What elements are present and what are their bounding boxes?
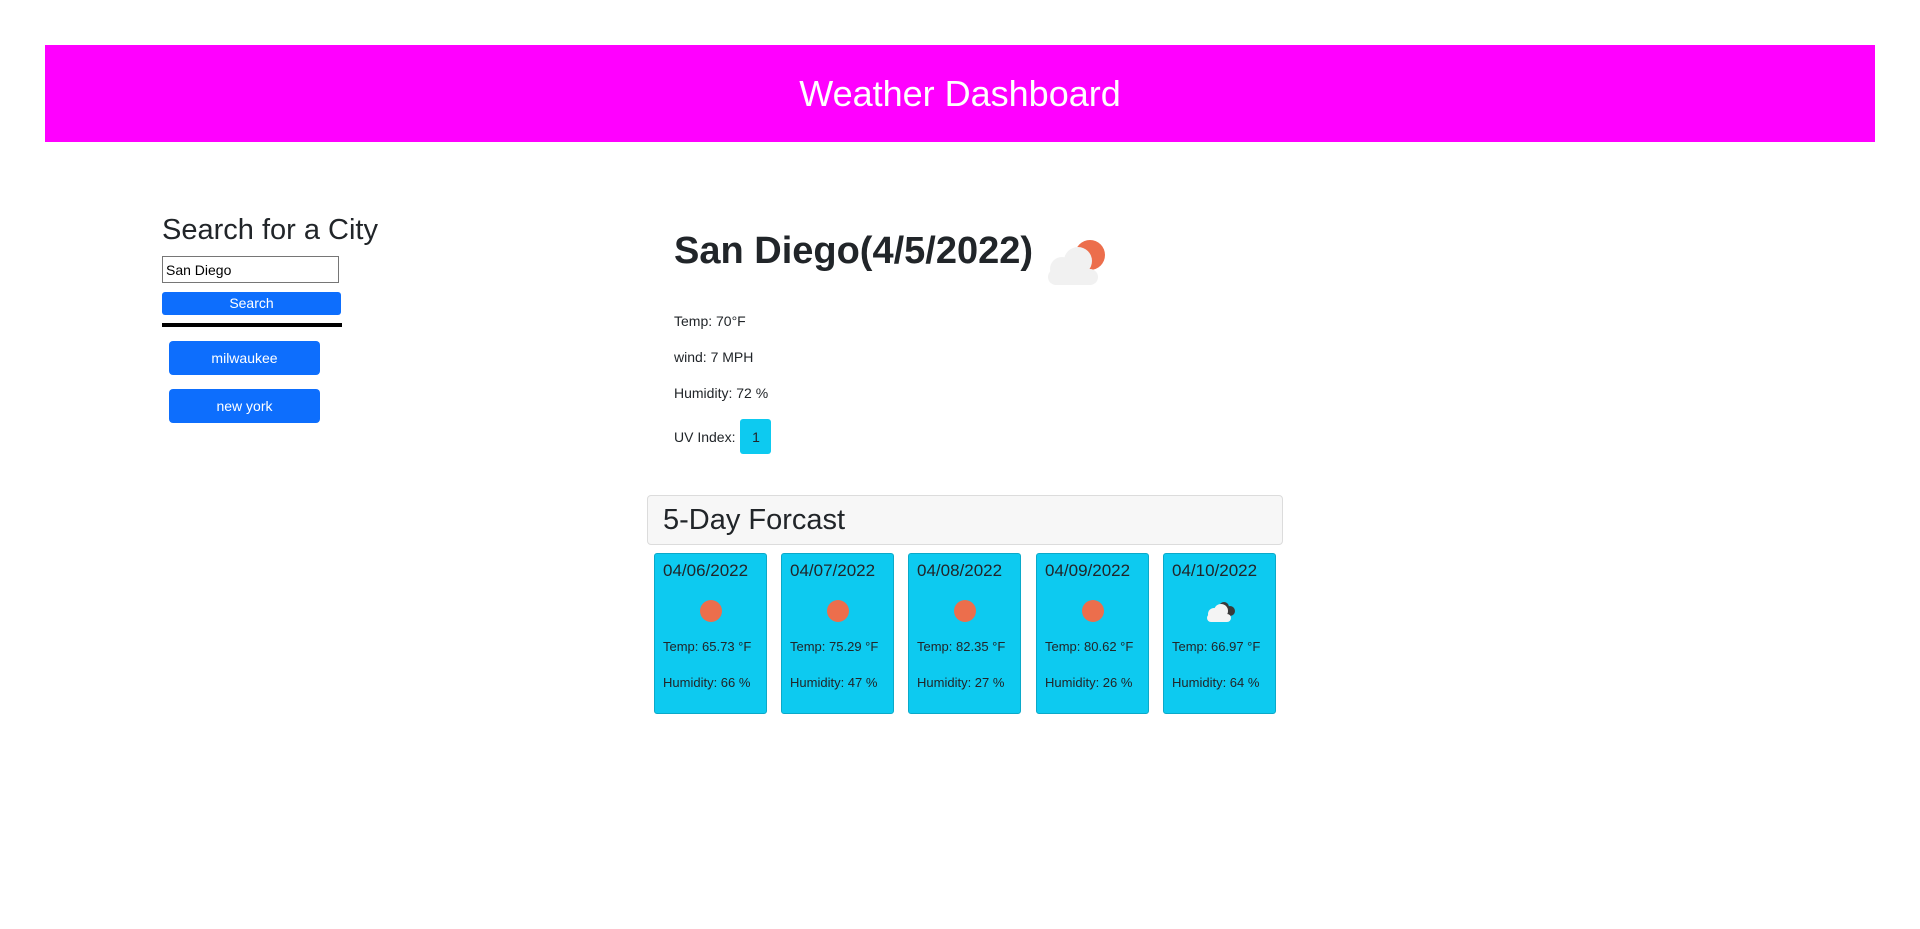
forecast-card: 04/06/2022 Temp: 65.73 °F Humidity: 66 % bbox=[654, 553, 767, 714]
divider bbox=[162, 323, 342, 327]
forecast-temp: Temp: 66.97 °F bbox=[1172, 639, 1261, 654]
forecast-humidity: Humidity: 64 % bbox=[1172, 675, 1260, 690]
forecast-date: 04/08/2022 bbox=[917, 561, 1003, 580]
current-city-title: San Diego(4/5/2022) bbox=[674, 230, 1034, 272]
sun-icon bbox=[1081, 600, 1104, 622]
forecast-humidity: Humidity: 27 % bbox=[917, 675, 1005, 690]
sun-icon bbox=[953, 600, 976, 622]
page-header: Weather Dashboard bbox=[45, 45, 1875, 142]
forecast-title: 5-Day Forcast bbox=[663, 504, 846, 536]
search-title: Search for a City bbox=[162, 214, 378, 246]
current-wind: wind: 7 MPH bbox=[674, 349, 754, 365]
forecast-card: 04/10/2022 Temp: 66.97 °F Humidity: 64 % bbox=[1163, 553, 1276, 714]
sun-icon bbox=[699, 600, 722, 622]
current-humidity: Humidity: 72 % bbox=[674, 385, 769, 401]
current-temp: Temp: 70°F bbox=[674, 313, 746, 329]
forecast-humidity: Humidity: 66 % bbox=[663, 675, 751, 690]
partly-cloudy-day-icon bbox=[1048, 240, 1105, 285]
forecast-humidity: Humidity: 26 % bbox=[1045, 675, 1133, 690]
history-button-new-york[interactable]: new york bbox=[169, 389, 320, 423]
forecast-humidity: Humidity: 47 % bbox=[790, 675, 878, 690]
forecast-temp: Temp: 82.35 °F bbox=[917, 639, 1006, 654]
forecast-temp: Temp: 80.62 °F bbox=[1045, 639, 1134, 654]
forecast-temp: Temp: 65.73 °F bbox=[663, 639, 752, 654]
uv-index-label: UV Index: bbox=[674, 428, 736, 445]
forecast-card: 04/07/2022 Temp: 75.29 °F Humidity: 47 % bbox=[781, 553, 894, 714]
forecast-card: 04/08/2022 Temp: 82.35 °F Humidity: 27 % bbox=[908, 553, 1021, 714]
uv-index-badge: 1 bbox=[740, 419, 772, 454]
forecast-header: 5-Day Forcast bbox=[647, 495, 1283, 545]
search-button[interactable]: Search bbox=[162, 292, 341, 315]
uv-index-row: UV Index: 1 bbox=[674, 419, 772, 454]
forecast-date: 04/07/2022 bbox=[790, 561, 876, 580]
city-search-input[interactable] bbox=[162, 256, 339, 283]
page-title: Weather Dashboard bbox=[799, 72, 1121, 114]
forecast-card: 04/09/2022 Temp: 80.62 °F Humidity: 26 % bbox=[1036, 553, 1149, 714]
forecast-date: 04/06/2022 bbox=[663, 561, 749, 580]
forecast-temp: Temp: 75.29 °F bbox=[790, 639, 879, 654]
history-button-milwaukee[interactable]: milwaukee bbox=[169, 341, 320, 375]
forecast-date: 04/10/2022 bbox=[1172, 561, 1258, 580]
broken-clouds-icon bbox=[1206, 602, 1235, 622]
forecast-date: 04/09/2022 bbox=[1045, 561, 1131, 580]
sun-icon bbox=[826, 600, 849, 622]
